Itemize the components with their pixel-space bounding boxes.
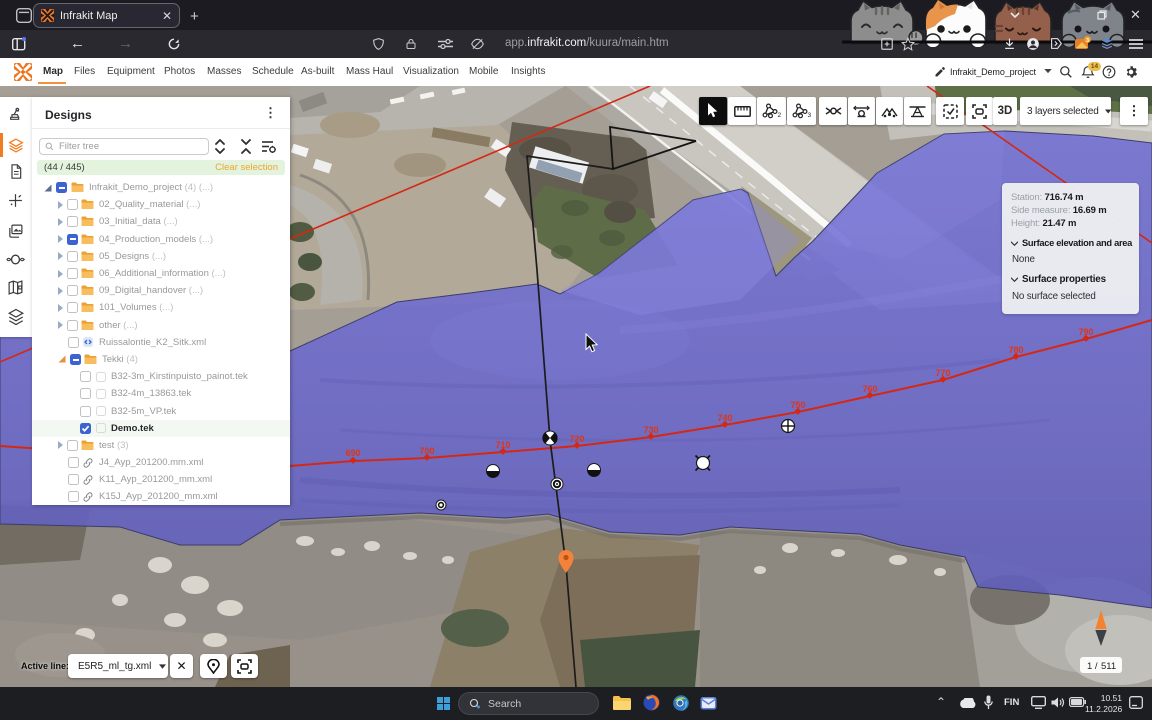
svg-text:511: 511 (1101, 661, 1116, 672)
svg-text:740: 740 (717, 413, 732, 423)
svg-text:700: 700 (419, 446, 434, 456)
svg-text:790: 790 (1078, 327, 1093, 337)
svg-text:1 /: 1 / (1087, 661, 1098, 672)
svg-text:750: 750 (790, 400, 805, 410)
svg-text:760: 760 (862, 384, 877, 394)
svg-text:3: 3 (1086, 38, 1089, 44)
svg-text:730: 730 (643, 425, 658, 435)
svg-text:710: 710 (495, 440, 510, 450)
svg-text:770: 770 (935, 368, 950, 378)
svg-text:780: 780 (1008, 345, 1023, 355)
svg-text:720: 720 (569, 434, 584, 444)
svg-text:2: 2 (778, 112, 782, 119)
svg-text:3: 3 (808, 112, 812, 119)
svg-text:690: 690 (345, 448, 360, 458)
